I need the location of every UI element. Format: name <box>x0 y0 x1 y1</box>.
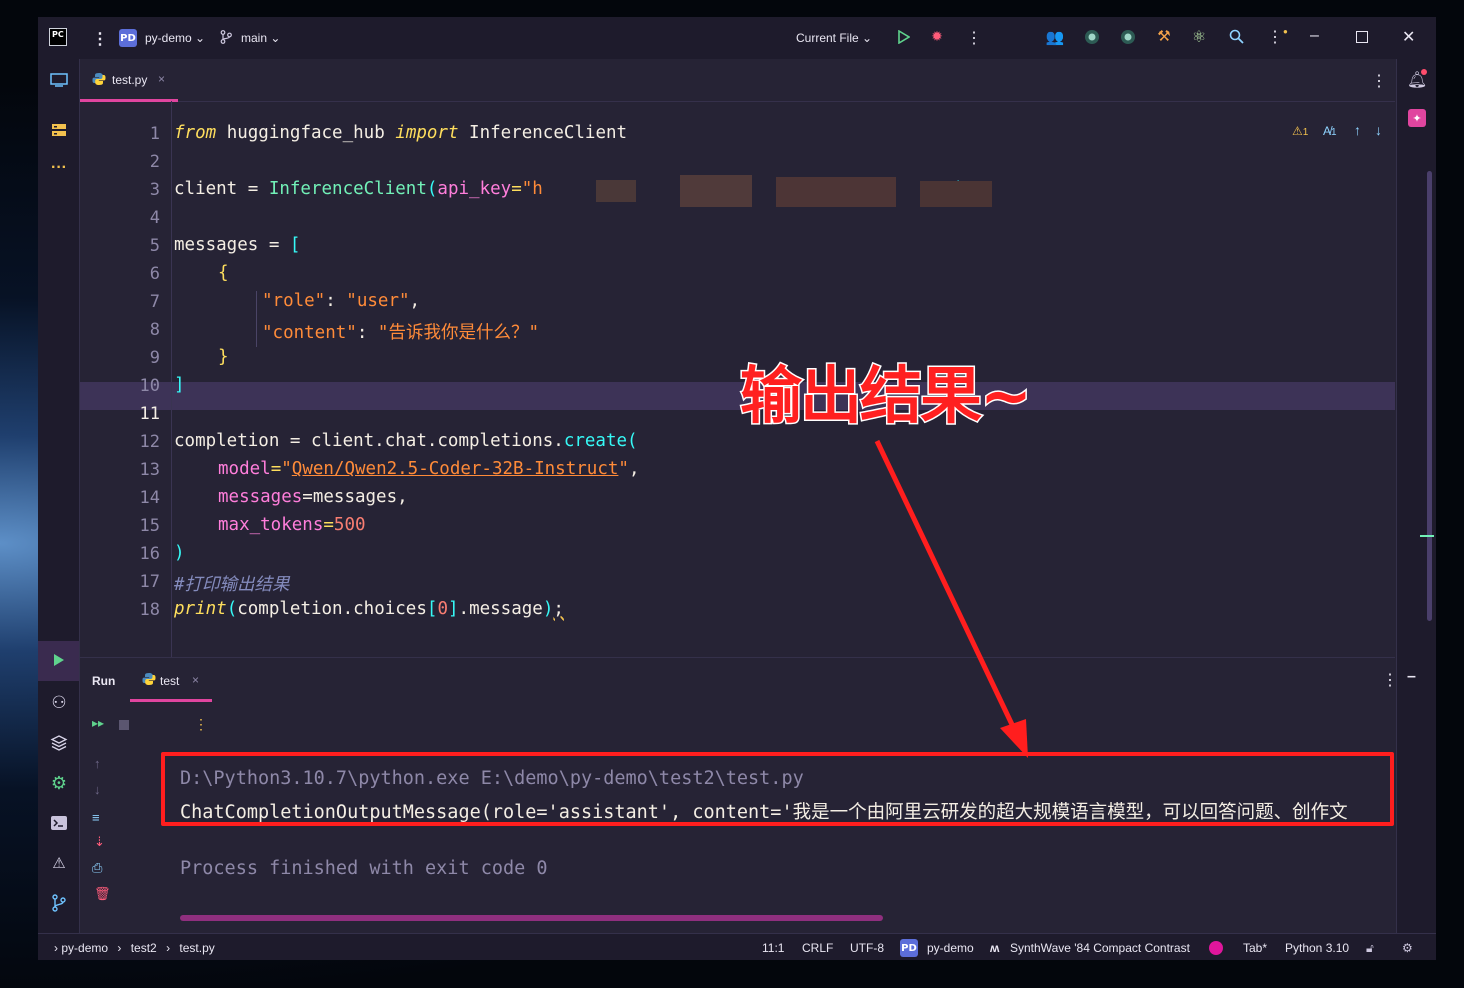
annotation-highlight-box <box>161 752 1394 826</box>
annotation-arrow <box>874 439 1028 758</box>
